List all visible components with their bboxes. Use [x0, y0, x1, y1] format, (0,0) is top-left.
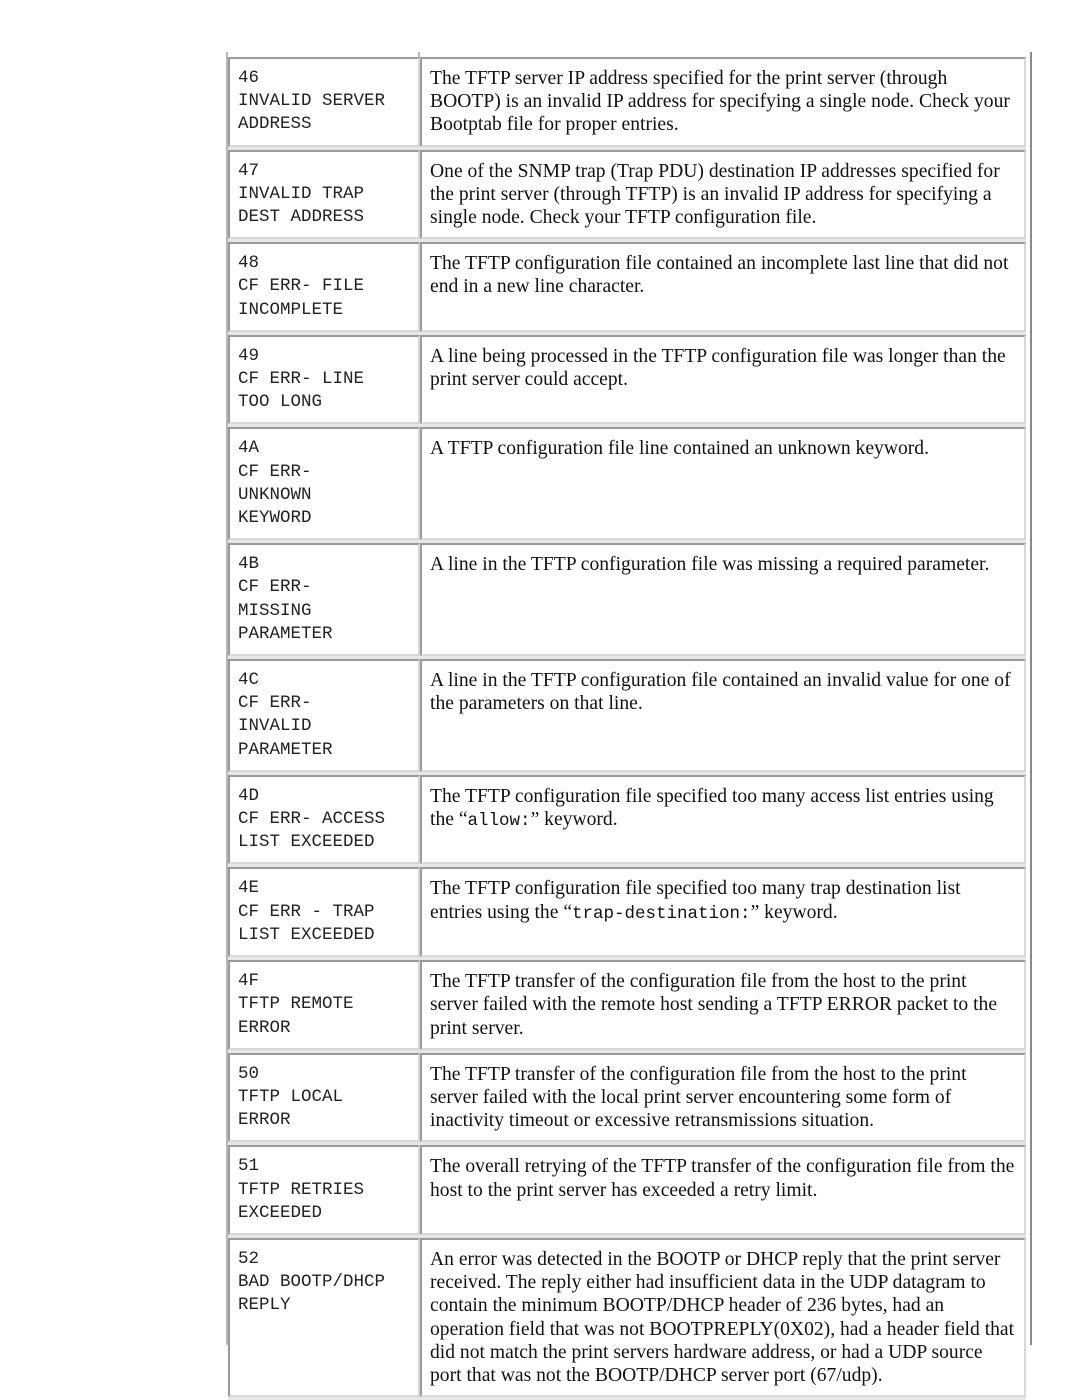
error-name-line: LIST EXCEEDED: [238, 832, 375, 853]
error-description: The TFTP transfer of the configuration f…: [420, 1052, 1026, 1143]
error-code-cell: 51 TFTP RETRIES EXCEEDED: [228, 1145, 420, 1235]
error-code: 47: [238, 160, 260, 181]
error-code: 4C: [238, 670, 260, 691]
keyword-literal: trap-destination:: [572, 903, 751, 924]
error-name-line: ERROR: [238, 1017, 291, 1038]
error-name-line: CF ERR-: [238, 577, 312, 598]
error-description: The TFTP configuration file contained an…: [420, 242, 1026, 332]
error-name-line: PARAMETER: [238, 623, 333, 644]
table-row: 52 BAD BOOTP/DHCP REPLY An error was detect…: [228, 1237, 1026, 1398]
error-code-cell: 49 CF ERR- LINE TOO LONG: [228, 334, 420, 425]
error-description: The overall retrying of the TFTP transfe…: [420, 1145, 1026, 1235]
error-code: 4B: [238, 554, 260, 575]
error-name-line: INCOMPLETE: [238, 299, 344, 320]
error-name-line: DEST ADDRESS: [238, 207, 365, 228]
error-code: 4E: [238, 878, 260, 899]
error-name-line: TFTP LOCAL: [238, 1086, 344, 1107]
error-code-cell: 46 INVALID SERVER ADDRESS: [228, 57, 420, 147]
error-code-cell: 4A CF ERR- UNKNOWN KEYWORD: [228, 427, 420, 541]
error-name-line: PARAMETER: [238, 739, 333, 760]
error-name-line: BAD BOOTP/DHCP: [238, 1272, 386, 1293]
table-row: 47 INVALID TRAP DEST ADDRESS One of the SNM…: [228, 149, 1026, 240]
error-code: 51: [238, 1156, 260, 1177]
error-description: The TFTP server IP address specified for…: [420, 57, 1026, 147]
keyword-literal: allow:: [467, 811, 531, 832]
error-description: A line being processed in the TFTP confi…: [420, 334, 1026, 425]
error-name-line: CF ERR-: [238, 693, 312, 714]
table-row: 4D CF ERR- ACCESS LIST EXCEEDED The TFTP co…: [228, 774, 1026, 865]
error-code-cell: 4D CF ERR- ACCESS LIST EXCEEDED: [228, 774, 420, 865]
error-code: 50: [238, 1063, 260, 1084]
error-name-line: LIST EXCEEDED: [238, 924, 375, 945]
error-name-line: REPLY: [238, 1295, 291, 1316]
error-name-line: INVALID SERVER: [238, 91, 386, 112]
error-name-line: MISSING: [238, 600, 312, 621]
error-code-cell: 4B CF ERR- MISSING PARAMETER: [228, 543, 420, 657]
error-code: 52: [238, 1248, 260, 1269]
error-name-line: ADDRESS: [238, 114, 312, 135]
error-description: The TFTP configuration file specified to…: [420, 774, 1026, 865]
error-name-line: EXCEEDED: [238, 1202, 323, 1223]
error-name-line: KEYWORD: [238, 508, 312, 529]
error-code-cell: 4E CF ERR - TRAP LIST EXCEEDED: [228, 867, 420, 958]
description-text: ” keyword.: [530, 809, 618, 831]
error-code-cell: 4F TFTP REMOTE ERROR: [228, 960, 420, 1050]
error-description: A line in the TFTP configuration file wa…: [420, 543, 1026, 657]
error-code: 46: [238, 68, 260, 88]
error-name-line: UNKNOWN: [238, 484, 312, 505]
error-code-cell: 50 TFTP LOCAL ERROR: [228, 1052, 420, 1143]
error-description: A TFTP configuration file line contained…: [420, 427, 1026, 541]
error-code-cell: 47 INVALID TRAP DEST ADDRESS: [228, 149, 420, 240]
error-name-line: INVALID TRAP: [238, 183, 365, 204]
error-code-cell: 4C CF ERR- INVALID PARAMETER: [228, 659, 420, 772]
table-row: 46 INVALID SERVER ADDRESS The TFTP server I…: [228, 57, 1026, 147]
error-description: The TFTP configuration file specified to…: [420, 867, 1026, 958]
table-row: 48 CF ERR- FILE INCOMPLETE The TFTP configu…: [228, 242, 1026, 332]
error-description: A line in the TFTP configuration file co…: [420, 659, 1026, 772]
table-row: 4A CF ERR- UNKNOWN KEYWORD A TFTP configurat…: [228, 427, 1026, 541]
error-code: 49: [238, 345, 260, 366]
error-description: An error was detected in the BOOTP or DH…: [420, 1237, 1026, 1398]
error-name-line: CF ERR-: [238, 461, 312, 482]
error-code: 4A: [238, 438, 260, 459]
error-code-table: 46 INVALID SERVER ADDRESS The TFTP server I…: [228, 57, 1026, 1400]
error-code: 48: [238, 253, 260, 274]
table-row: 4C CF ERR- INVALID PARAMETER A line in the T…: [228, 659, 1026, 772]
error-code-cell: 52 BAD BOOTP/DHCP REPLY: [228, 1237, 420, 1398]
error-name-line: CF ERR- ACCESS: [238, 809, 386, 830]
error-name-line: ERROR: [238, 1110, 291, 1131]
table-row: 4F TFTP REMOTE ERROR The TFTP transfer of t…: [228, 960, 1026, 1050]
table-row: 51 TFTP RETRIES EXCEEDED The overall retryi…: [228, 1145, 1026, 1235]
error-description: The TFTP transfer of the configuration f…: [420, 960, 1026, 1050]
error-description: One of the SNMP trap (Trap PDU) destinat…: [420, 149, 1026, 240]
error-name-line: INVALID: [238, 716, 312, 737]
error-name-line: CF ERR - TRAP: [238, 901, 375, 922]
error-name-line: CF ERR- LINE: [238, 369, 365, 390]
error-name-line: CF ERR- FILE: [238, 276, 365, 297]
error-name-line: TOO LONG: [238, 392, 323, 413]
error-code: 4D: [238, 785, 260, 806]
error-name-line: TFTP RETRIES: [238, 1179, 365, 1200]
error-code: 4F: [238, 971, 260, 992]
table-row: 4E CF ERR - TRAP LIST EXCEEDED The TFTP con…: [228, 867, 1026, 958]
table-row: 4B CF ERR- MISSING PARAMETER A line in the T…: [228, 543, 1026, 657]
table-row: 49 CF ERR- LINE TOO LONG A line being proce…: [228, 334, 1026, 425]
error-name-line: TFTP REMOTE: [238, 994, 354, 1015]
table-row: 50 TFTP LOCAL ERROR The TFTP transfer of th…: [228, 1052, 1026, 1143]
description-text: ” keyword.: [750, 901, 838, 923]
error-code-cell: 48 CF ERR- FILE INCOMPLETE: [228, 242, 420, 332]
